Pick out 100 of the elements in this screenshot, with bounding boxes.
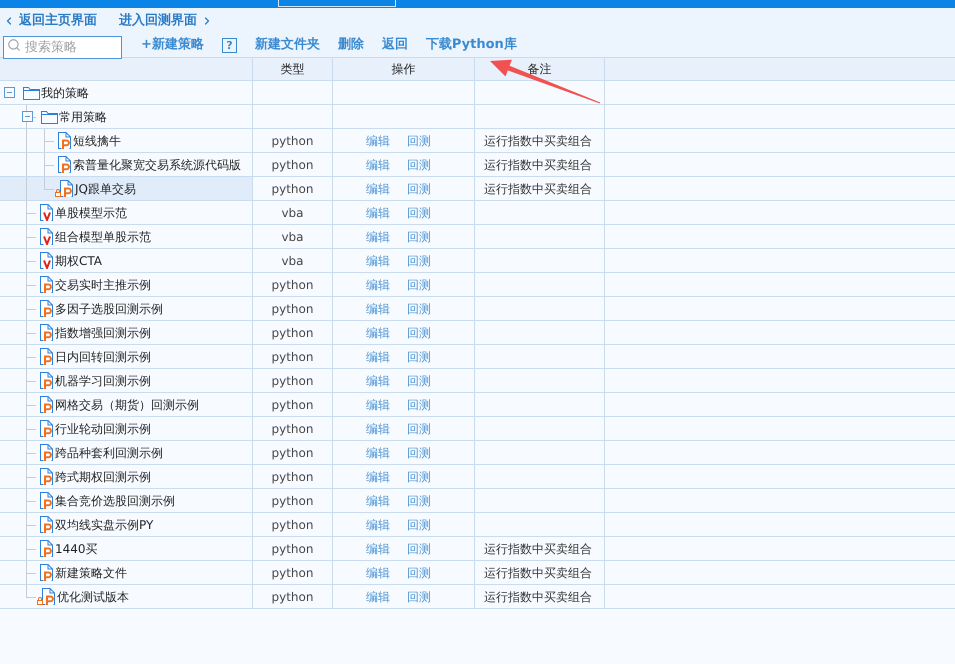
- note-cell: 运行指数中买卖组合: [475, 153, 605, 176]
- edit-link[interactable]: 编辑: [366, 446, 390, 458]
- type-cell: python: [253, 489, 333, 512]
- backtest-link[interactable]: 回测: [407, 518, 431, 530]
- tree-item-label[interactable]: 常用策略: [59, 108, 107, 126]
- back-link[interactable]: 返回主页界面: [3, 10, 97, 30]
- type-cell: python: [253, 177, 333, 200]
- edit-link[interactable]: 编辑: [366, 470, 390, 482]
- tree-item-label[interactable]: 多因子选股回测示例: [55, 300, 163, 318]
- edit-link[interactable]: 编辑: [366, 542, 390, 554]
- toolbar-link[interactable]: 新建文件夹: [254, 35, 320, 55]
- backtest-link[interactable]: 回测: [407, 326, 431, 338]
- edit-link[interactable]: 编辑: [366, 134, 390, 146]
- tree-item-label[interactable]: 跨式期权回测示例: [55, 468, 151, 486]
- edit-link[interactable]: 编辑: [366, 278, 390, 290]
- tree-item-label[interactable]: 网格交易（期货）回测示例: [55, 396, 199, 414]
- edit-link[interactable]: 编辑: [366, 158, 390, 170]
- collapse-icon[interactable]: [22, 111, 32, 122]
- tree-item-label[interactable]: 1440买: [55, 540, 98, 558]
- search-field[interactable]: 搜索策略: [3, 36, 122, 58]
- note-cell: 运行指数中买卖组合: [475, 129, 605, 152]
- type-cell: vba: [253, 249, 333, 272]
- search-icon: [7, 38, 21, 52]
- edit-link[interactable]: 编辑: [366, 422, 390, 434]
- type-cell: python: [253, 345, 333, 368]
- backtest-link[interactable]: 回测: [407, 590, 431, 602]
- toolbar-link[interactable]: 删除: [338, 35, 364, 55]
- type-cell: python: [253, 537, 333, 560]
- forward-link[interactable]: 进入回测界面: [119, 10, 213, 30]
- collapse-icon[interactable]: [4, 87, 14, 98]
- type-cell: python: [253, 513, 333, 536]
- toolbar-link[interactable]: +新建策略: [141, 35, 204, 55]
- backtest-link[interactable]: 回测: [407, 158, 431, 170]
- tree-item-label[interactable]: 日内回转回测示例: [55, 348, 151, 366]
- tree-item-label[interactable]: 跨品种套利回测示例: [55, 444, 163, 462]
- note-cell: 运行指数中买卖组合: [475, 585, 605, 608]
- type-cell: python: [253, 441, 333, 464]
- backtest-link[interactable]: 回测: [407, 206, 431, 218]
- type-cell: vba: [253, 201, 333, 224]
- toolbar-link[interactable]: 下载Python库: [426, 35, 517, 55]
- tree-item-label[interactable]: 指数增强回测示例: [55, 324, 151, 342]
- type-cell: python: [253, 393, 333, 416]
- edit-link[interactable]: 编辑: [366, 518, 390, 530]
- type-cell: python: [253, 273, 333, 296]
- type-cell: python: [253, 297, 333, 320]
- type-cell: python: [253, 465, 333, 488]
- help-button[interactable]: ?: [222, 38, 237, 52]
- type-cell: python: [253, 417, 333, 440]
- note-cell: 运行指数中买卖组合: [475, 537, 605, 560]
- edit-link[interactable]: 编辑: [366, 566, 390, 578]
- toolbar-link[interactable]: 返回: [382, 35, 408, 55]
- edit-link[interactable]: 编辑: [366, 590, 390, 602]
- tree-item-label[interactable]: 集合竞价选股回测示例: [55, 492, 175, 510]
- backtest-link[interactable]: 回测: [407, 494, 431, 506]
- backtest-link[interactable]: 回测: [407, 254, 431, 266]
- backtest-link[interactable]: 回测: [407, 398, 431, 410]
- edit-link[interactable]: 编辑: [366, 230, 390, 242]
- backtest-link[interactable]: 回测: [407, 422, 431, 434]
- note-cell: 运行指数中买卖组合: [475, 177, 605, 200]
- tree-item-label[interactable]: 组合模型单股示范: [55, 228, 151, 246]
- backtest-link[interactable]: 回测: [407, 278, 431, 290]
- tree-item-label[interactable]: JQ跟单交易: [75, 180, 136, 198]
- backtest-link[interactable]: 回测: [407, 374, 431, 386]
- tree-item-label[interactable]: 机器学习回测示例: [55, 372, 151, 390]
- type-cell: python: [253, 561, 333, 584]
- edit-link[interactable]: 编辑: [366, 182, 390, 194]
- tree-item-label[interactable]: 双均线实盘示例PY: [55, 516, 154, 534]
- tree-item-label[interactable]: 短线擒牛: [73, 132, 121, 150]
- backtest-link[interactable]: 回测: [407, 134, 431, 146]
- tree-item-label[interactable]: 期权CTA: [55, 252, 102, 270]
- edit-link[interactable]: 编辑: [366, 302, 390, 314]
- backtest-link[interactable]: 回测: [407, 446, 431, 458]
- tree-item-label[interactable]: 交易实时主推示例: [55, 276, 151, 294]
- edit-link[interactable]: 编辑: [366, 494, 390, 506]
- tree-item-label[interactable]: 优化测试版本: [57, 588, 129, 606]
- type-cell: vba: [253, 225, 333, 248]
- edit-link[interactable]: 编辑: [366, 398, 390, 410]
- edit-link[interactable]: 编辑: [366, 326, 390, 338]
- backtest-link[interactable]: 回测: [407, 182, 431, 194]
- type-cell: python: [253, 585, 333, 608]
- edit-link[interactable]: 编辑: [366, 374, 390, 386]
- backtest-link[interactable]: 回测: [407, 230, 431, 242]
- backtest-link[interactable]: 回测: [407, 302, 431, 314]
- backtest-link[interactable]: 回测: [407, 566, 431, 578]
- edit-link[interactable]: 编辑: [366, 254, 390, 266]
- folder-icon: [23, 86, 40, 100]
- edit-link[interactable]: 编辑: [366, 206, 390, 218]
- tree-item-label[interactable]: 新建策略文件: [55, 564, 127, 582]
- backtest-link[interactable]: 回测: [407, 350, 431, 362]
- edit-link[interactable]: 编辑: [366, 350, 390, 362]
- tree-item-label[interactable]: 索普量化聚宽交易系统源代码版: [73, 156, 241, 174]
- type-cell: python: [253, 153, 333, 176]
- column-header: 类型: [253, 58, 333, 80]
- tree-item-label[interactable]: 我的策略: [41, 84, 89, 102]
- backtest-link[interactable]: 回测: [407, 542, 431, 554]
- type-cell: python: [253, 369, 333, 392]
- folder-icon: [41, 110, 58, 124]
- tree-item-label[interactable]: 行业轮动回测示例: [55, 420, 151, 438]
- tree-item-label[interactable]: 单股模型示范: [55, 204, 127, 222]
- backtest-link[interactable]: 回测: [407, 470, 431, 482]
